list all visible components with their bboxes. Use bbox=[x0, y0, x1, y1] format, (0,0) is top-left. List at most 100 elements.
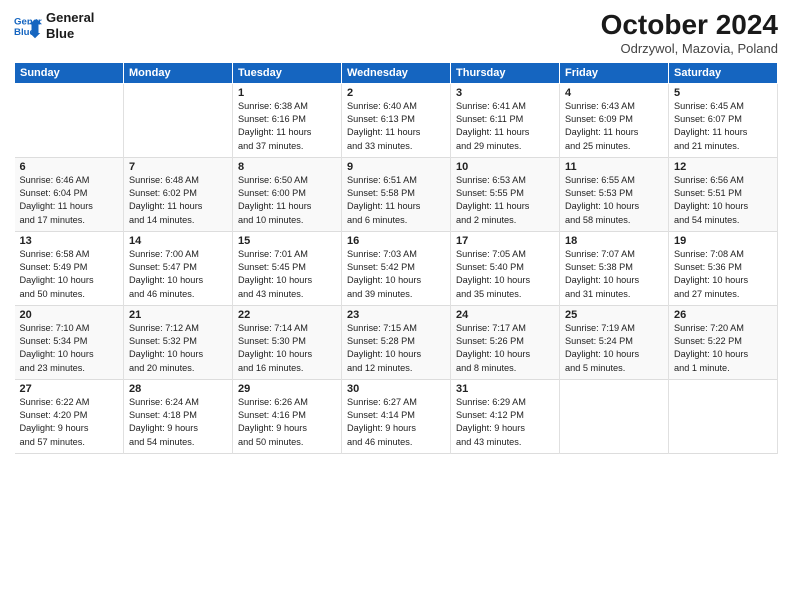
calendar-cell: 11Sunrise: 6:55 AM Sunset: 5:53 PM Dayli… bbox=[560, 157, 669, 231]
day-number: 23 bbox=[347, 309, 445, 321]
cell-info: Sunrise: 6:55 AM Sunset: 5:53 PM Dayligh… bbox=[565, 174, 663, 227]
day-header-monday: Monday bbox=[124, 62, 233, 83]
cell-info: Sunrise: 6:41 AM Sunset: 6:11 PM Dayligh… bbox=[456, 100, 554, 153]
calendar-table: SundayMondayTuesdayWednesdayThursdayFrid… bbox=[14, 62, 778, 454]
day-header-sunday: Sunday bbox=[15, 62, 124, 83]
cell-info: Sunrise: 7:14 AM Sunset: 5:30 PM Dayligh… bbox=[238, 322, 336, 375]
calendar-cell: 28Sunrise: 6:24 AM Sunset: 4:18 PM Dayli… bbox=[124, 379, 233, 453]
day-number: 26 bbox=[674, 309, 772, 321]
calendar-cell: 20Sunrise: 7:10 AM Sunset: 5:34 PM Dayli… bbox=[15, 305, 124, 379]
calendar-cell bbox=[15, 83, 124, 157]
calendar-cell: 31Sunrise: 6:29 AM Sunset: 4:12 PM Dayli… bbox=[451, 379, 560, 453]
day-number: 15 bbox=[238, 235, 336, 247]
calendar-cell: 22Sunrise: 7:14 AM Sunset: 5:30 PM Dayli… bbox=[233, 305, 342, 379]
day-header-tuesday: Tuesday bbox=[233, 62, 342, 83]
cell-info: Sunrise: 6:53 AM Sunset: 5:55 PM Dayligh… bbox=[456, 174, 554, 227]
calendar-cell: 1Sunrise: 6:38 AM Sunset: 6:16 PM Daylig… bbox=[233, 83, 342, 157]
calendar-cell: 12Sunrise: 6:56 AM Sunset: 5:51 PM Dayli… bbox=[669, 157, 778, 231]
calendar-cell: 29Sunrise: 6:26 AM Sunset: 4:16 PM Dayli… bbox=[233, 379, 342, 453]
day-number: 24 bbox=[456, 309, 554, 321]
calendar-cell: 17Sunrise: 7:05 AM Sunset: 5:40 PM Dayli… bbox=[451, 231, 560, 305]
cell-info: Sunrise: 7:19 AM Sunset: 5:24 PM Dayligh… bbox=[565, 322, 663, 375]
day-number: 7 bbox=[129, 161, 227, 173]
cell-info: Sunrise: 6:38 AM Sunset: 6:16 PM Dayligh… bbox=[238, 100, 336, 153]
day-number: 6 bbox=[20, 161, 119, 173]
cell-info: Sunrise: 6:45 AM Sunset: 6:07 PM Dayligh… bbox=[674, 100, 772, 153]
calendar-cell: 30Sunrise: 6:27 AM Sunset: 4:14 PM Dayli… bbox=[342, 379, 451, 453]
cell-info: Sunrise: 6:29 AM Sunset: 4:12 PM Dayligh… bbox=[456, 396, 554, 449]
cell-info: Sunrise: 7:05 AM Sunset: 5:40 PM Dayligh… bbox=[456, 248, 554, 301]
days-header-row: SundayMondayTuesdayWednesdayThursdayFrid… bbox=[15, 62, 778, 83]
calendar-cell: 7Sunrise: 6:48 AM Sunset: 6:02 PM Daylig… bbox=[124, 157, 233, 231]
week-row-5: 27Sunrise: 6:22 AM Sunset: 4:20 PM Dayli… bbox=[15, 379, 778, 453]
day-number: 16 bbox=[347, 235, 445, 247]
cell-info: Sunrise: 6:48 AM Sunset: 6:02 PM Dayligh… bbox=[129, 174, 227, 227]
day-number: 10 bbox=[456, 161, 554, 173]
cell-info: Sunrise: 6:40 AM Sunset: 6:13 PM Dayligh… bbox=[347, 100, 445, 153]
cell-info: Sunrise: 7:03 AM Sunset: 5:42 PM Dayligh… bbox=[347, 248, 445, 301]
day-number: 8 bbox=[238, 161, 336, 173]
calendar-cell: 26Sunrise: 7:20 AM Sunset: 5:22 PM Dayli… bbox=[669, 305, 778, 379]
cell-info: Sunrise: 7:08 AM Sunset: 5:36 PM Dayligh… bbox=[674, 248, 772, 301]
cell-info: Sunrise: 7:01 AM Sunset: 5:45 PM Dayligh… bbox=[238, 248, 336, 301]
calendar-cell: 6Sunrise: 6:46 AM Sunset: 6:04 PM Daylig… bbox=[15, 157, 124, 231]
cell-info: Sunrise: 6:27 AM Sunset: 4:14 PM Dayligh… bbox=[347, 396, 445, 449]
day-number: 11 bbox=[565, 161, 663, 173]
cell-info: Sunrise: 7:20 AM Sunset: 5:22 PM Dayligh… bbox=[674, 322, 772, 375]
day-number: 25 bbox=[565, 309, 663, 321]
day-number: 28 bbox=[129, 383, 227, 395]
calendar-cell: 14Sunrise: 7:00 AM Sunset: 5:47 PM Dayli… bbox=[124, 231, 233, 305]
week-row-1: 1Sunrise: 6:38 AM Sunset: 6:16 PM Daylig… bbox=[15, 83, 778, 157]
month-title: October 2024 bbox=[601, 10, 778, 41]
calendar-cell: 25Sunrise: 7:19 AM Sunset: 5:24 PM Dayli… bbox=[560, 305, 669, 379]
day-number: 9 bbox=[347, 161, 445, 173]
week-row-3: 13Sunrise: 6:58 AM Sunset: 5:49 PM Dayli… bbox=[15, 231, 778, 305]
day-number: 31 bbox=[456, 383, 554, 395]
calendar-cell: 3Sunrise: 6:41 AM Sunset: 6:11 PM Daylig… bbox=[451, 83, 560, 157]
cell-info: Sunrise: 6:50 AM Sunset: 6:00 PM Dayligh… bbox=[238, 174, 336, 227]
day-number: 27 bbox=[20, 383, 119, 395]
calendar-cell bbox=[560, 379, 669, 453]
cell-info: Sunrise: 6:46 AM Sunset: 6:04 PM Dayligh… bbox=[20, 174, 119, 227]
calendar-cell bbox=[669, 379, 778, 453]
cell-info: Sunrise: 7:07 AM Sunset: 5:38 PM Dayligh… bbox=[565, 248, 663, 301]
calendar-cell bbox=[124, 83, 233, 157]
logo-icon: General Blue bbox=[14, 12, 42, 40]
day-number: 20 bbox=[20, 309, 119, 321]
cell-info: Sunrise: 7:17 AM Sunset: 5:26 PM Dayligh… bbox=[456, 322, 554, 375]
week-row-4: 20Sunrise: 7:10 AM Sunset: 5:34 PM Dayli… bbox=[15, 305, 778, 379]
day-number: 2 bbox=[347, 87, 445, 99]
day-number: 5 bbox=[674, 87, 772, 99]
cell-info: Sunrise: 7:10 AM Sunset: 5:34 PM Dayligh… bbox=[20, 322, 119, 375]
cell-info: Sunrise: 6:24 AM Sunset: 4:18 PM Dayligh… bbox=[129, 396, 227, 449]
cell-info: Sunrise: 6:22 AM Sunset: 4:20 PM Dayligh… bbox=[20, 396, 119, 449]
day-number: 12 bbox=[674, 161, 772, 173]
day-number: 19 bbox=[674, 235, 772, 247]
calendar-cell: 16Sunrise: 7:03 AM Sunset: 5:42 PM Dayli… bbox=[342, 231, 451, 305]
calendar-cell: 8Sunrise: 6:50 AM Sunset: 6:00 PM Daylig… bbox=[233, 157, 342, 231]
calendar-cell: 15Sunrise: 7:01 AM Sunset: 5:45 PM Dayli… bbox=[233, 231, 342, 305]
day-number: 13 bbox=[20, 235, 119, 247]
header: General Blue General Blue October 2024 O… bbox=[14, 10, 778, 56]
day-number: 1 bbox=[238, 87, 336, 99]
calendar-cell: 19Sunrise: 7:08 AM Sunset: 5:36 PM Dayli… bbox=[669, 231, 778, 305]
calendar-cell: 4Sunrise: 6:43 AM Sunset: 6:09 PM Daylig… bbox=[560, 83, 669, 157]
calendar-cell: 13Sunrise: 6:58 AM Sunset: 5:49 PM Dayli… bbox=[15, 231, 124, 305]
page: General Blue General Blue October 2024 O… bbox=[0, 0, 792, 612]
cell-info: Sunrise: 6:56 AM Sunset: 5:51 PM Dayligh… bbox=[674, 174, 772, 227]
location-subtitle: Odrzywol, Mazovia, Poland bbox=[601, 41, 778, 56]
calendar-cell: 2Sunrise: 6:40 AM Sunset: 6:13 PM Daylig… bbox=[342, 83, 451, 157]
cell-info: Sunrise: 6:58 AM Sunset: 5:49 PM Dayligh… bbox=[20, 248, 119, 301]
cell-info: Sunrise: 6:26 AM Sunset: 4:16 PM Dayligh… bbox=[238, 396, 336, 449]
calendar-cell: 27Sunrise: 6:22 AM Sunset: 4:20 PM Dayli… bbox=[15, 379, 124, 453]
week-row-2: 6Sunrise: 6:46 AM Sunset: 6:04 PM Daylig… bbox=[15, 157, 778, 231]
cell-info: Sunrise: 7:15 AM Sunset: 5:28 PM Dayligh… bbox=[347, 322, 445, 375]
title-block: October 2024 Odrzywol, Mazovia, Poland bbox=[601, 10, 778, 56]
day-number: 29 bbox=[238, 383, 336, 395]
logo: General Blue General Blue bbox=[14, 10, 94, 41]
logo-text: General Blue bbox=[46, 10, 94, 41]
day-number: 14 bbox=[129, 235, 227, 247]
cell-info: Sunrise: 7:12 AM Sunset: 5:32 PM Dayligh… bbox=[129, 322, 227, 375]
day-number: 21 bbox=[129, 309, 227, 321]
day-number: 17 bbox=[456, 235, 554, 247]
